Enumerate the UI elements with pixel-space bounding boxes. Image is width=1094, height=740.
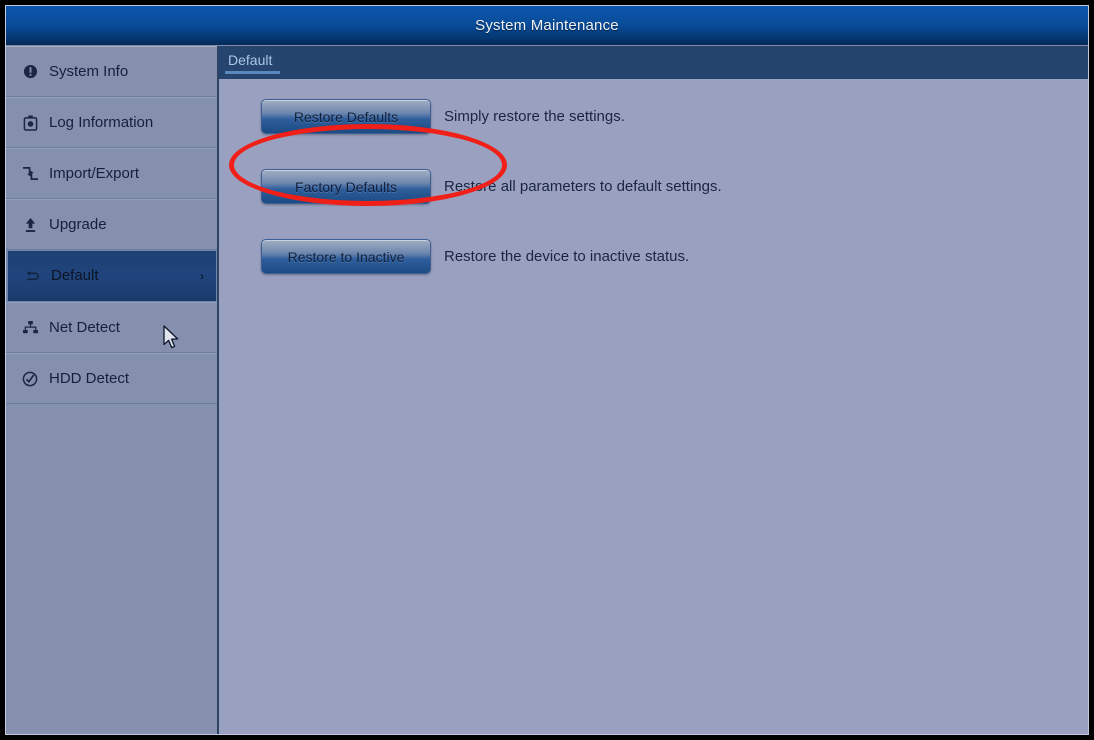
sidebar-item-hdd-detect[interactable]: HDD Detect	[6, 353, 217, 404]
restore-defaults-row: Restore Defaults Simply restore the sett…	[219, 99, 1088, 134]
main-panel: Default Restore Defaults Simply restore …	[219, 46, 1088, 734]
network-nodes-icon	[20, 318, 40, 338]
sidebar-item-system-info[interactable]: System Info	[6, 46, 217, 97]
tab-bar: Default	[219, 46, 1088, 79]
reset-arrow-icon	[22, 266, 42, 286]
info-circle-icon	[20, 62, 40, 82]
window-title: System Maintenance	[475, 17, 619, 34]
system-maintenance-window: System Maintenance System Info Log Infor…	[5, 5, 1089, 735]
restore-defaults-button[interactable]: Restore Defaults	[261, 99, 431, 134]
chevron-right-icon: ›	[200, 269, 204, 283]
sidebar-item-default[interactable]: Default ›	[6, 250, 217, 302]
default-settings-content: Restore Defaults Simply restore the sett…	[219, 79, 1088, 734]
restore-to-inactive-description: Restore the device to inactive status.	[444, 248, 690, 265]
sidebar-item-upgrade[interactable]: Upgrade	[6, 199, 217, 250]
sidebar-item-label: Net Detect	[49, 318, 120, 336]
sidebar-item-label: HDD Detect	[49, 369, 130, 387]
sidebar-item-net-detect[interactable]: Net Detect	[6, 302, 217, 353]
restore-to-inactive-row: Restore to Inactive Restore the device t…	[219, 239, 1088, 274]
sidebar-item-label: Import/Export	[49, 164, 140, 182]
import-export-icon	[20, 164, 40, 184]
sidebar-item-label: Log Information	[49, 113, 154, 131]
upload-arrow-icon	[20, 215, 40, 235]
restore-defaults-description: Simply restore the settings.	[444, 108, 625, 125]
disk-check-icon	[20, 369, 40, 389]
sidebar-item-label: Default	[51, 267, 99, 284]
restore-to-inactive-button[interactable]: Restore to Inactive	[261, 239, 431, 274]
sidebar-item-label: Upgrade	[49, 215, 107, 233]
factory-defaults-description: Restore all parameters to default settin…	[444, 178, 722, 195]
window-titlebar: System Maintenance	[6, 6, 1088, 46]
sidebar-item-label: System Info	[49, 62, 129, 80]
factory-defaults-button[interactable]: Factory Defaults	[261, 169, 431, 204]
sidebar-navigation: System Info Log Information Import/Expor…	[6, 46, 219, 734]
sidebar-item-log-information[interactable]: Log Information	[6, 97, 217, 148]
sidebar-item-import-export[interactable]: Import/Export	[6, 148, 217, 199]
factory-defaults-row: Factory Defaults Restore all parameters …	[219, 124, 1088, 206]
tab-default[interactable]: Default	[225, 50, 281, 74]
window-body: System Info Log Information Import/Expor…	[6, 46, 1088, 734]
log-document-icon	[20, 113, 40, 133]
